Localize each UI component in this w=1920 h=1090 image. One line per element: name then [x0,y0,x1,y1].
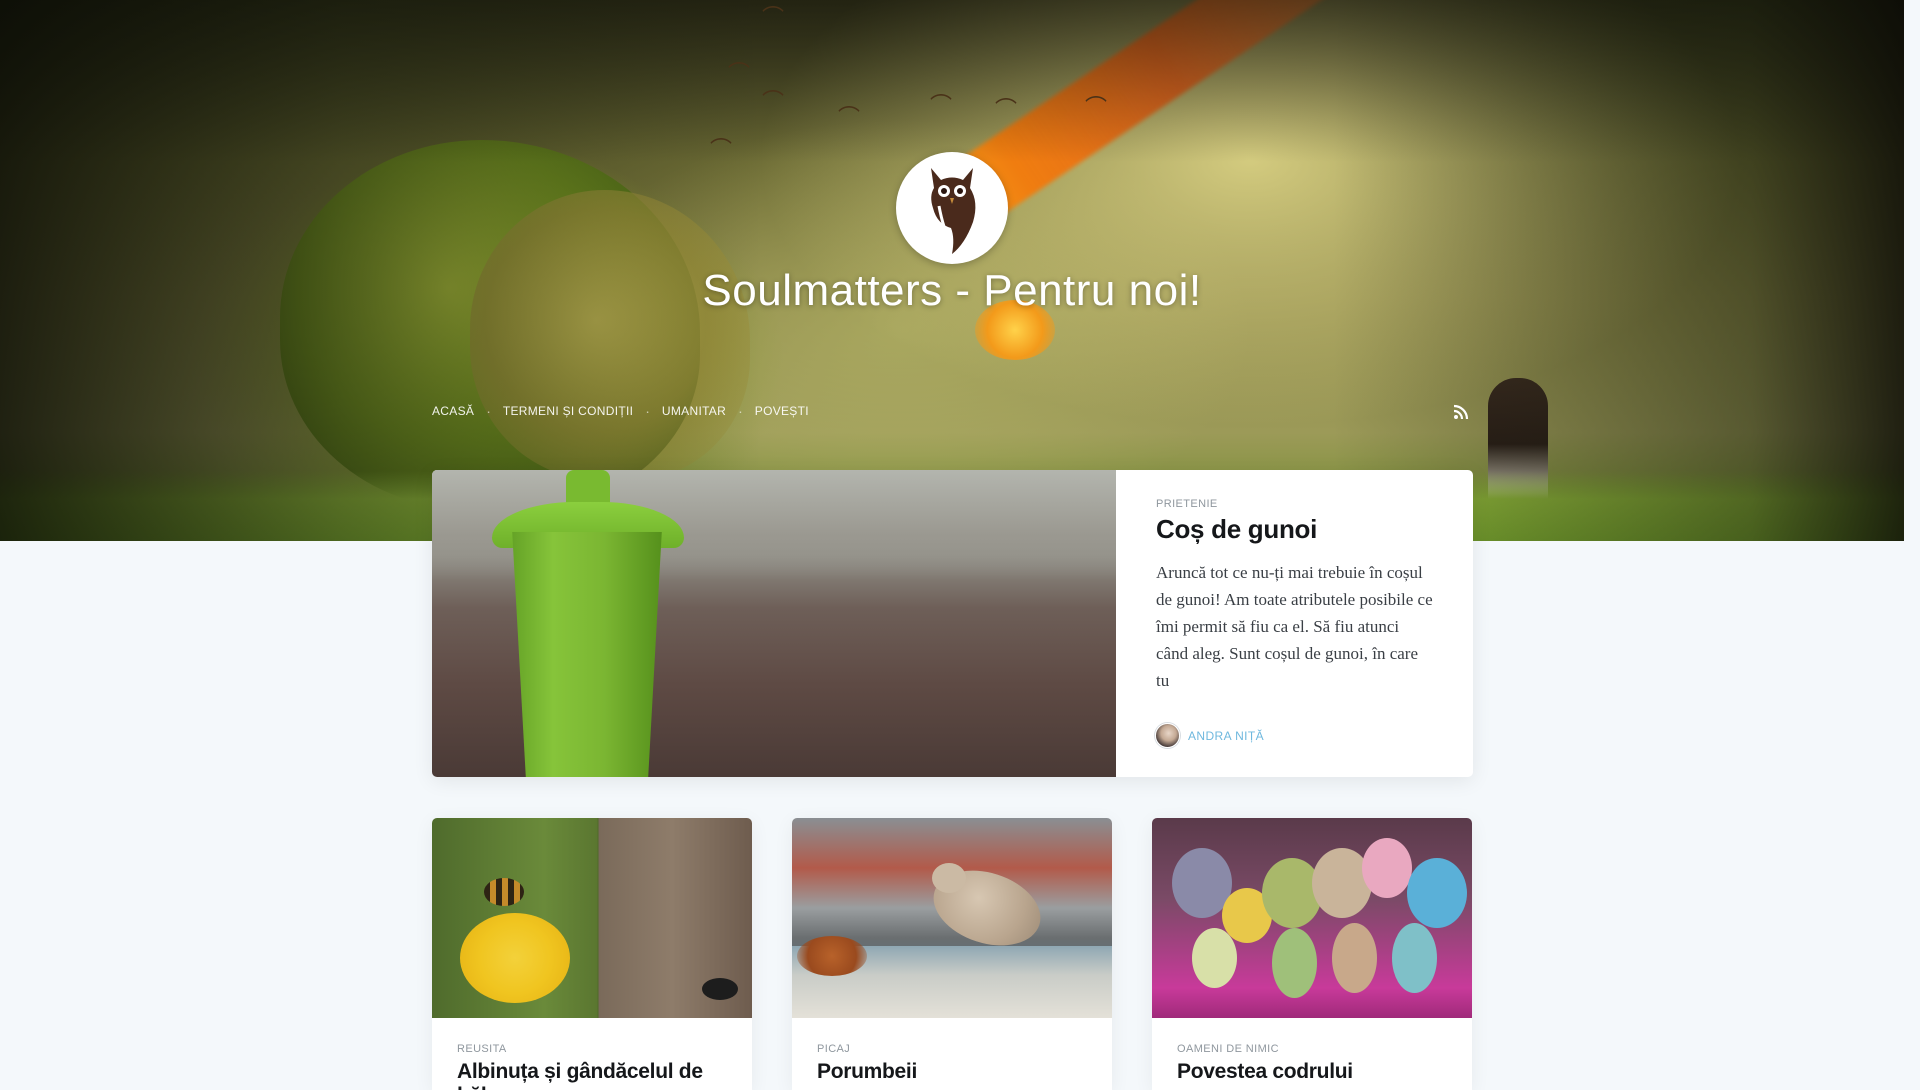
rss-icon[interactable] [1453,404,1469,420]
post-author[interactable]: ANDRA NIȚĂ [1155,723,1264,748]
image-divider [597,818,599,1018]
toy-shape [1272,928,1317,998]
bird-decoration: ⌒ [838,106,861,131]
nav-item-acasa[interactable]: ACASĂ [432,404,486,418]
bin-body [512,532,662,777]
toy-shape [1407,858,1467,928]
author-name[interactable]: ANDRA NIȚĂ [1188,729,1264,743]
post-card-image[interactable] [792,818,1112,1018]
post-card[interactable]: PICAJ Porumbeii [792,818,1112,1090]
bee-shape [484,878,524,906]
post-title[interactable]: Albinuța și gândăcelul de bălegar [457,1060,727,1090]
post-card-image[interactable] [1152,818,1472,1018]
page: ⌒ ⌒ ⌒ ⌒ ⌒ ⌒ ⌒ ⌒ Soulmatters - Pentru noi… [0,0,1920,1090]
rss-icon-svg [1453,404,1469,420]
bird-decoration: ⌒ [728,62,751,87]
bird-decoration: ⌒ [762,6,785,31]
featured-post-card[interactable]: PRIETENIE Coș de gunoi Aruncă tot ce nu-… [432,470,1473,777]
post-card-body: REUSITA Albinuța și gândăcelul de bălega… [432,1018,752,1090]
post-card[interactable]: OAMENI DE NIMIC Povestea codrului [1152,818,1472,1090]
nav-item-termeni[interactable]: TERMENI ȘI CONDIȚII [491,404,645,418]
post-title[interactable]: Coș de gunoi [1156,514,1433,545]
featured-post-image[interactable] [432,470,1116,777]
dandelion-shape [460,913,570,1003]
bin-handle [566,470,610,506]
post-tag[interactable]: REUSITA [457,1043,727,1055]
post-title[interactable]: Povestea codrului [1177,1060,1447,1084]
bird-decoration: ⌒ [930,94,953,119]
site-header: ⌒ ⌒ ⌒ ⌒ ⌒ ⌒ ⌒ ⌒ Soulmatters - Pentru noi… [0,0,1904,541]
nav-item-umanitar[interactable]: UMANITAR [650,404,738,418]
site-title: Soulmatters - Pentru noi! [702,266,1202,315]
toy-shape [1392,923,1437,993]
brand: Soulmatters - Pentru noi! [0,152,1904,316]
toy-shape [1332,923,1377,993]
toy-shape [1362,838,1412,898]
post-card[interactable]: REUSITA Albinuța și gândăcelul de bălega… [432,818,752,1090]
site-logo[interactable] [896,152,1008,264]
post-title[interactable]: Porumbeii [817,1060,1087,1084]
bird-decoration: ⌒ [1085,96,1108,121]
post-card-body: PICAJ Porumbeii [792,1018,1112,1084]
post-tag[interactable]: OAMENI DE NIMIC [1177,1043,1447,1055]
bird-decoration: ⌒ [995,98,1018,123]
leaves-shape [797,936,867,976]
post-card-image[interactable] [432,818,752,1018]
owl-logo-icon [931,168,976,254]
author-avatar[interactable] [1155,723,1180,748]
post-card-body: OAMENI DE NIMIC Povestea codrului [1152,1018,1472,1084]
post-tag[interactable]: PICAJ [817,1043,1087,1055]
toy-shape [1192,928,1237,988]
nav-item-povesti[interactable]: POVEȘTI [743,404,821,418]
post-tag[interactable]: PRIETENIE [1156,498,1433,510]
post-excerpt: Aruncă tot ce nu-ți mai trebuie în coșul… [1156,563,1433,690]
main-nav: ACASĂ · TERMENI ȘI CONDIȚII · UMANITAR ·… [432,403,821,419]
beetle-shape [702,978,738,1000]
bird-decoration: ⌒ [762,90,785,115]
dove-head-shape [932,863,966,893]
